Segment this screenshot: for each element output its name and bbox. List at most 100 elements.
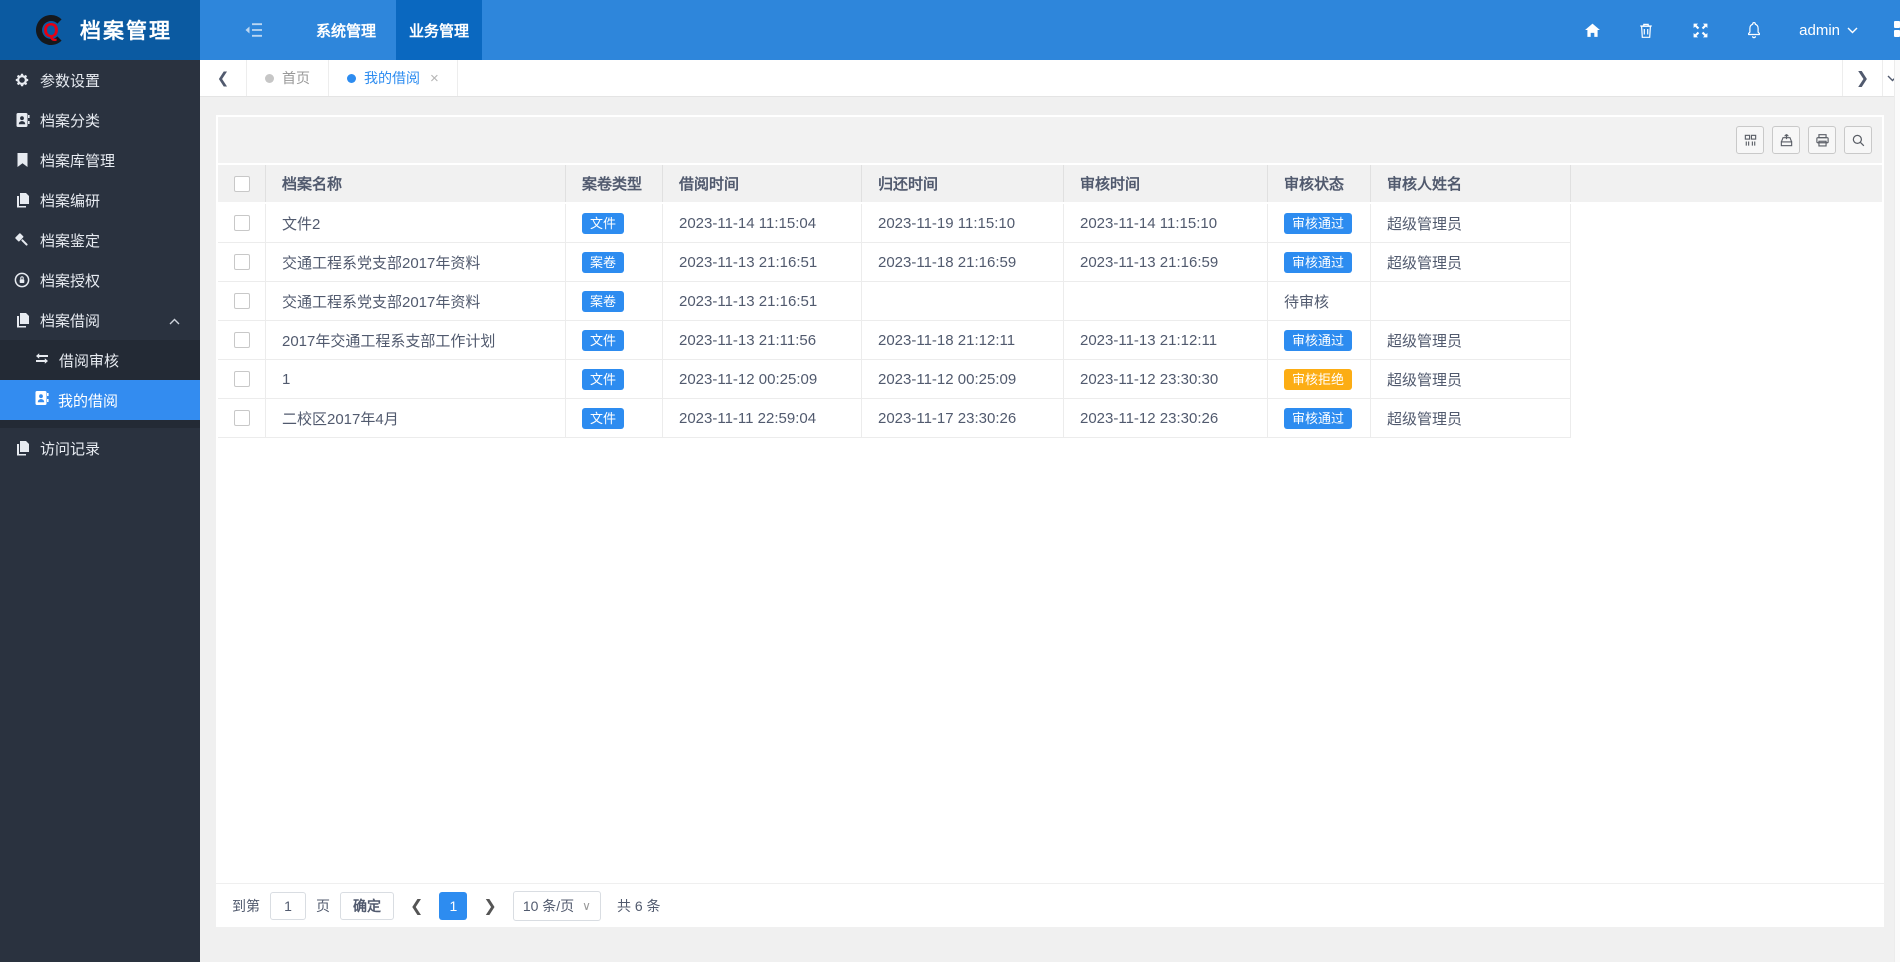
cell-filler (1571, 399, 1882, 438)
sidebar-item-my-borrow[interactable]: 我的借阅 (0, 380, 200, 420)
goto-label: 到第 (232, 896, 260, 916)
next-page-icon[interactable]: ❯ (477, 896, 502, 916)
sidebar-item-access-log[interactable]: 访问记录 (0, 428, 200, 468)
tab-close-icon[interactable]: × (430, 70, 439, 87)
cell-borrow-time: 2023-11-13 21:11:56 (663, 321, 862, 360)
more-icon[interactable] (1894, 21, 1900, 39)
sidebar-item-appraisal[interactable]: 档案鉴定 (0, 220, 200, 260)
row-checkbox[interactable] (234, 410, 250, 426)
type-badge: 文件 (582, 330, 624, 351)
home-icon[interactable] (1583, 21, 1601, 39)
export-button[interactable] (1772, 126, 1800, 154)
tab-home[interactable]: 首页 (246, 60, 329, 96)
prev-page-icon[interactable]: ❮ (404, 896, 429, 916)
table-toolbar (218, 117, 1882, 163)
page-input[interactable] (270, 892, 306, 920)
status-badge: 审核通过 (1284, 408, 1352, 429)
page-size-select[interactable]: 10 条/页 ∨ (513, 891, 601, 921)
row-checkbox[interactable] (234, 371, 250, 387)
app-logo-icon: Q (34, 13, 68, 47)
id-card-icon (34, 390, 49, 410)
sidebar-item-label: 借阅审核 (59, 350, 119, 371)
cell-return-time: 2023-11-17 23:30:26 (862, 399, 1064, 438)
sidebar-item-authorize[interactable]: 档案授权 (0, 260, 200, 300)
gear-icon (13, 72, 31, 88)
sidebar-item-research[interactable]: 档案编研 (0, 180, 200, 220)
table-row: 交通工程系党支部2017年资料案卷2023-11-13 21:16:512023… (218, 243, 1882, 282)
app-title: 档案管理 (80, 15, 172, 45)
status-badge: 审核通过 (1284, 213, 1352, 234)
cell-filler (1571, 282, 1882, 321)
sidebar-submenu-borrow: 借阅审核 我的借阅 (0, 340, 200, 428)
row-checkbox-cell (218, 243, 266, 282)
sidebar-item-label: 档案编研 (40, 190, 100, 211)
column-header-3: 归还时间 (862, 165, 1064, 202)
row-checkbox[interactable] (234, 293, 250, 309)
search-button[interactable] (1844, 126, 1872, 154)
cell-review-status: 审核通过 (1268, 399, 1371, 438)
cell-review-time: 2023-11-12 23:30:26 (1064, 399, 1268, 438)
tab-dot (265, 74, 274, 83)
row-checkbox-cell (218, 282, 266, 321)
page-unit-label: 页 (316, 896, 330, 916)
lock-circle-icon (13, 272, 31, 288)
sidebar-collapse-icon[interactable] (238, 0, 268, 60)
sidebar-item-borrow[interactable]: 档案借阅 (0, 300, 200, 340)
menu-item-business[interactable]: 业务管理 (396, 0, 482, 60)
column-header-filler (1571, 165, 1882, 202)
tabs-scroll-right-icon[interactable]: ❯ (1842, 60, 1882, 96)
page-number-button[interactable]: 1 (439, 892, 467, 920)
cell-borrow-time: 2023-11-14 11:15:04 (663, 204, 862, 243)
cell-borrow-time: 2023-11-12 00:25:09 (663, 360, 862, 399)
chevron-down-icon (1847, 27, 1858, 34)
window-scrollbar[interactable] (1894, 60, 1900, 962)
cell-archive-type: 文件 (566, 360, 663, 399)
cell-reviewer: 超级管理员 (1371, 360, 1571, 399)
sidebar-item-repository[interactable]: 档案库管理 (0, 140, 200, 180)
sidebar-item-borrow-review[interactable]: 借阅审核 (0, 340, 200, 380)
row-checkbox[interactable] (234, 254, 250, 270)
sidebar: 参数设置 档案分类 档案库管理 档案编研 档案鉴定 档案授权 (0, 60, 200, 962)
cell-archive-type: 案卷 (566, 243, 663, 282)
top-header: Q 档案管理 系统管理 业务管理 (0, 0, 1900, 60)
confirm-page-button[interactable]: 确定 (340, 892, 394, 920)
type-badge: 案卷 (582, 252, 624, 273)
cell-return-time: 2023-11-18 21:12:11 (862, 321, 1064, 360)
cell-reviewer: 超级管理员 (1371, 321, 1571, 360)
sidebar-item-classify[interactable]: 档案分类 (0, 100, 200, 140)
cell-filler (1571, 204, 1882, 243)
column-header-1: 案卷类型 (566, 165, 663, 202)
export-icon (1779, 133, 1794, 148)
svg-text:Q: Q (43, 20, 59, 42)
exchange-icon (34, 352, 50, 369)
row-checkbox[interactable] (234, 215, 250, 231)
file-icon (13, 440, 31, 456)
cell-return-time: 2023-11-12 00:25:09 (862, 360, 1064, 399)
tabs-scroll-left-icon[interactable]: ❮ (200, 60, 246, 96)
tab-my-borrow[interactable]: 我的借阅 × (329, 60, 458, 96)
status-badge: 审核拒绝 (1284, 369, 1352, 390)
expand-icon[interactable] (1691, 21, 1709, 39)
print-button[interactable] (1808, 126, 1836, 154)
address-book-icon (13, 112, 31, 128)
sidebar-item-params[interactable]: 参数设置 (0, 60, 200, 100)
cell-archive-type: 文件 (566, 399, 663, 438)
table-row: 1文件2023-11-12 00:25:092023-11-12 00:25:0… (218, 360, 1882, 399)
bell-icon[interactable] (1745, 21, 1763, 39)
user-menu[interactable]: admin (1799, 22, 1858, 39)
row-checkbox[interactable] (234, 332, 250, 348)
main-area: 档案名称案卷类型借阅时间归还时间审核时间审核状态审核人姓名 文件2文件2023-… (200, 97, 1900, 962)
content-card: 档案名称案卷类型借阅时间归还时间审核时间审核状态审核人姓名 文件2文件2023-… (216, 115, 1884, 927)
table-row: 二校区2017年4月文件2023-11-11 22:59:042023-11-1… (218, 399, 1882, 438)
menu-item-label: 系统管理 (316, 20, 376, 41)
type-badge: 案卷 (582, 291, 624, 312)
select-all-checkbox[interactable] (234, 176, 250, 192)
cell-review-status: 待审核 (1268, 282, 1371, 321)
sidebar-item-label: 参数设置 (40, 70, 100, 91)
gavel-icon (13, 232, 31, 248)
trash-icon[interactable] (1637, 21, 1655, 39)
tab-dot (347, 74, 356, 83)
menu-item-system[interactable]: 系统管理 (304, 0, 388, 60)
cell-review-status: 审核通过 (1268, 321, 1371, 360)
column-filter-button[interactable] (1736, 126, 1764, 154)
